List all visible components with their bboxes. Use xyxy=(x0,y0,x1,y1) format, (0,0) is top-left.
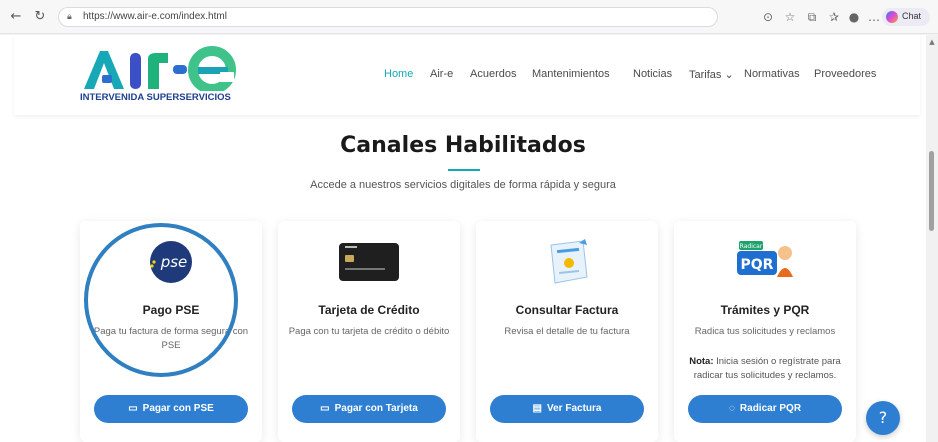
ver-factura-button[interactable]: ▤ Ver Factura xyxy=(490,395,644,423)
nav-item-tarifas[interactable]: Tarifas ⌄ xyxy=(689,68,734,81)
browser-window: ← ↻ 🔒︎ https://www.air-e.com/index.html … xyxy=(0,0,938,442)
card-description: Radica tus solicitudes y reclamos xyxy=(694,326,836,337)
copilot-chat-button[interactable]: Chat xyxy=(882,8,930,26)
section-title: Canales Habilitados xyxy=(340,133,586,158)
scrollbar-thumb[interactable] xyxy=(929,151,934,231)
copilot-logo-icon xyxy=(886,11,898,23)
profile-avatar-icon[interactable]: ● xyxy=(846,9,862,25)
lock-icon: 🔒︎ xyxy=(67,12,72,22)
document-icon: ▤ xyxy=(532,403,542,414)
page-scrollbar[interactable]: ▲ xyxy=(926,35,938,442)
invoice-document-icon xyxy=(535,237,599,287)
address-bar[interactable]: 🔒︎ https://www.air-e.com/index.html xyxy=(58,7,718,27)
button-label: Pagar con PSE xyxy=(142,403,214,414)
title-underline xyxy=(448,169,480,171)
chat-bubble-icon: ◌ xyxy=(728,403,735,414)
card-description: Paga con tu tarjeta de crédito o débito xyxy=(288,326,450,337)
card-description: Revisa el detalle de tu factura xyxy=(504,326,630,337)
logo-tagline: INTERVENIDA SUPERSERVICIOS xyxy=(80,92,231,103)
air-e-logo-mark xyxy=(84,46,236,94)
pagar-con-tarjeta-button[interactable]: ▭ Pagar con Tarjeta xyxy=(292,395,446,423)
card-title: Trámites y PQR xyxy=(720,303,810,317)
reload-icon[interactable]: ↻ xyxy=(32,9,48,25)
favorite-star-icon[interactable]: ☆ xyxy=(782,9,798,25)
card-consultar-factura: Consultar Factura Revisa el detalle de t… xyxy=(476,221,658,442)
site-header: INTERVENIDA SUPERSERVICIOS Home Air-e Ac… xyxy=(14,35,920,115)
credit-card-icon xyxy=(337,237,401,287)
pagar-con-pse-button[interactable]: ▭ Pagar con PSE xyxy=(94,395,248,423)
pqr-badge-text: PQR xyxy=(741,257,774,273)
address-url: https://www.air-e.com/index.html xyxy=(83,11,227,22)
air-e-logo[interactable]: INTERVENIDA SUPERSERVICIOS xyxy=(80,45,250,105)
extensions-icon[interactable]: ⧉ xyxy=(804,9,820,25)
section-subtitle: Accede a nuestros servicios digitales de… xyxy=(310,179,616,191)
pqr-badge-top-text: Radicar xyxy=(740,243,763,250)
button-label: Radicar PQR xyxy=(739,403,802,414)
help-question-icon[interactable]: ? xyxy=(866,401,900,435)
button-label: Ver Factura xyxy=(546,403,602,414)
nav-item-proveedores[interactable]: Proveedores xyxy=(814,68,876,80)
card-title: Consultar Factura xyxy=(515,303,619,317)
card-tramites-pqr: Radicar PQR Trámites y PQR Radica tus so… xyxy=(674,221,856,442)
chat-label: Chat xyxy=(902,11,922,21)
browser-toolbar: ← ↻ 🔒︎ https://www.air-e.com/index.html … xyxy=(0,0,938,34)
card-note: Nota: Inicia sesión o regístrate para ra… xyxy=(684,355,846,383)
pse-highlight-circle xyxy=(84,223,238,377)
card-payment-icon: ▭ xyxy=(128,403,138,414)
nav-item-noticias[interactable]: Noticias xyxy=(633,68,672,80)
card-title: Tarjeta de Crédito xyxy=(318,303,420,317)
favorites-icon[interactable]: ✰ xyxy=(826,9,842,25)
back-icon[interactable]: ← xyxy=(8,9,24,25)
radicar-pqr-button[interactable]: ◌ Radicar PQR xyxy=(688,395,842,423)
page-viewport: INTERVENIDA SUPERSERVICIOS Home Air-e Ac… xyxy=(0,35,926,442)
card-tarjeta-credito: Tarjeta de Crédito Paga con tu tarjeta d… xyxy=(278,221,460,442)
reader-icon[interactable]: ⊙ xyxy=(760,9,776,25)
more-menu-icon[interactable]: … xyxy=(866,9,882,25)
note-label: Nota: xyxy=(689,356,714,367)
nav-item-air-e[interactable]: Air-e xyxy=(430,68,453,80)
card-payment-icon: ▭ xyxy=(320,403,330,414)
note-text: Inicia sesión o regístrate para radicar … xyxy=(693,356,841,381)
nav-item-acuerdos[interactable]: Acuerdos xyxy=(470,68,516,80)
nav-item-home[interactable]: Home xyxy=(384,68,413,80)
button-label: Pagar con Tarjeta xyxy=(334,403,418,414)
nav-item-mantenimientos[interactable]: Mantenimientos xyxy=(532,68,610,80)
scroll-up-arrow-icon[interactable]: ▲ xyxy=(928,38,936,46)
nav-item-normativas[interactable]: Normativas xyxy=(744,68,800,80)
pqr-badge-icon: Radicar PQR xyxy=(733,237,797,287)
